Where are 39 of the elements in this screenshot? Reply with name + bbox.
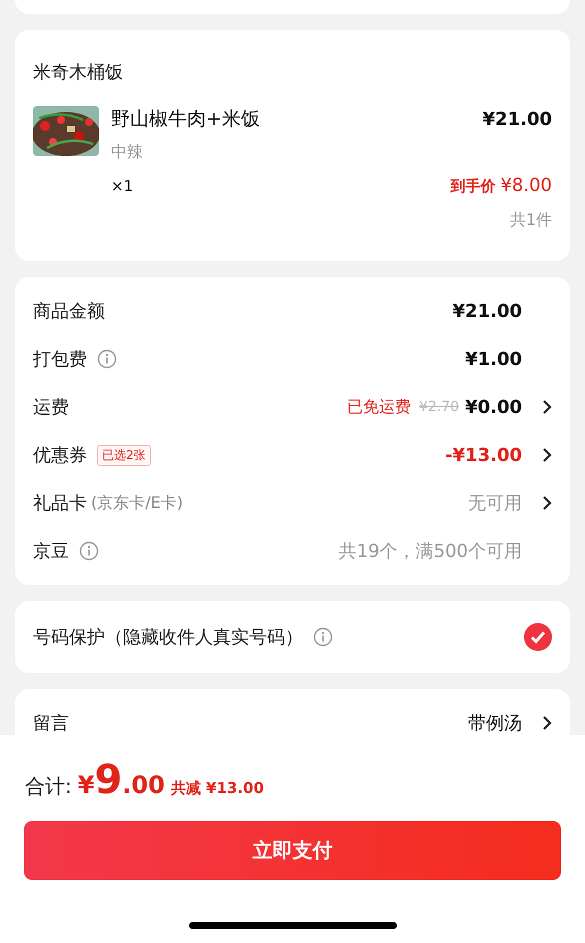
original-fee: ¥2.70: [418, 399, 460, 415]
fee-label: 京豆: [33, 540, 69, 563]
fee-note: (京东卡/E卡): [91, 492, 183, 514]
info-icon[interactable]: [79, 541, 99, 561]
info-icon[interactable]: [313, 627, 333, 647]
message-label: 留言: [33, 712, 69, 735]
info-icon[interactable]: [97, 349, 117, 369]
chevron-right-icon[interactable]: [542, 399, 552, 415]
item-spec: 中辣: [111, 142, 144, 163]
total-amount: ¥9.00: [78, 757, 165, 803]
item-count: 共1件: [508, 210, 552, 231]
item-quantity: ×1: [111, 176, 134, 194]
store-name: 米奇木桶饭: [33, 61, 124, 84]
fee-value: 无可用: [468, 492, 522, 515]
final-price-label: 到手价: [450, 177, 496, 195]
item-price: ¥21.00: [482, 108, 552, 130]
coupon-tag: 已选2张: [97, 444, 151, 466]
chevron-right-icon[interactable]: [542, 495, 552, 511]
fee-value: 共19个，满500个可用: [338, 540, 522, 563]
fee-label: 打包费: [33, 348, 87, 371]
final-price: ¥8.00: [500, 175, 552, 196]
phone-protection-label: 号码保护（隐藏收件人真实号码）: [33, 626, 303, 649]
fee-value: -¥13.00: [445, 444, 522, 466]
fee-label: 礼品卡: [33, 492, 87, 515]
checkbox[interactable]: [524, 623, 552, 651]
message-value: 带例汤: [468, 712, 522, 735]
pay-button[interactable]: 立即支付: [24, 821, 561, 880]
fee-value: ¥1.00: [465, 348, 522, 370]
free-shipping-text: 已免运费: [346, 396, 411, 418]
fee-label: 商品金额: [33, 300, 105, 323]
item-name: 野山椒牛肉+米饭: [111, 107, 260, 132]
chevron-right-icon[interactable]: [542, 715, 552, 731]
chevron-right-icon[interactable]: [542, 447, 552, 463]
discount-total: 共减 ¥13.00: [170, 779, 264, 798]
fee-label: 优惠券: [33, 444, 87, 467]
total-label: 合计:: [25, 773, 72, 800]
fee-value: ¥21.00: [452, 300, 522, 322]
fee-label: 运费: [33, 396, 69, 419]
fee-value: ¥0.00: [465, 396, 522, 418]
